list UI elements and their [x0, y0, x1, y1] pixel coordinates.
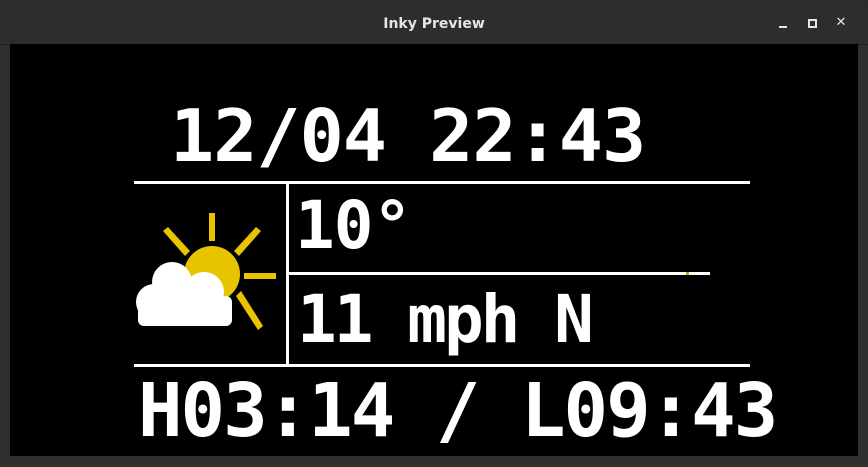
close-button[interactable]: ✕	[830, 12, 852, 34]
wind-text: 11 mph N	[297, 281, 594, 358]
tide-times-text: H03:14 / L09:43	[138, 368, 778, 454]
window-title: Inky Preview	[383, 16, 485, 32]
window-bottom-frame	[0, 456, 868, 467]
divider-accent-dot	[686, 272, 689, 275]
middle-divider	[289, 272, 710, 275]
minimize-button[interactable]	[772, 12, 794, 34]
maximize-icon	[808, 19, 817, 28]
title-bar[interactable]: Inky Preview ✕	[0, 0, 868, 45]
minimize-icon	[779, 26, 787, 28]
maximize-button[interactable]	[801, 12, 823, 34]
vertical-divider	[286, 184, 289, 366]
partly-cloudy-icon	[136, 213, 276, 330]
close-icon: ✕	[835, 15, 847, 30]
top-divider	[134, 181, 750, 184]
inky-preview-window: Inky Preview ✕ 12/04 22:43 10° 11 mph N …	[0, 0, 868, 467]
bottom-divider	[134, 364, 750, 367]
temperature-text: 10°	[295, 187, 412, 264]
datetime-text: 12/04 22:43	[170, 94, 646, 178]
